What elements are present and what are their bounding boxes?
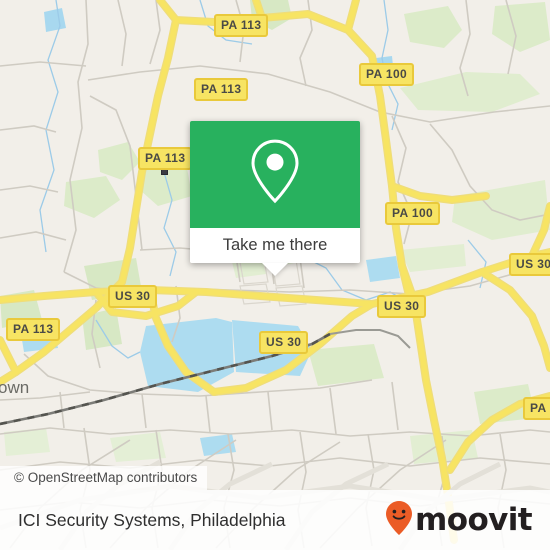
road-shield-us30-center[interactable]: US 30: [377, 295, 427, 318]
popup-image-area: [190, 121, 360, 228]
popup-tail: [262, 263, 288, 276]
osm-attribution[interactable]: © OpenStreetMap contributors: [0, 466, 208, 490]
road-shield-pa113-upper[interactable]: PA 113: [194, 78, 249, 101]
road-shield-pa113-southwest[interactable]: PA 113: [6, 318, 61, 341]
road-shield-us30-south[interactable]: US 30: [259, 331, 309, 354]
map-pin-icon: [248, 138, 302, 209]
road-shield-us30-west[interactable]: US 30: [108, 285, 158, 308]
moovit-map-screenshot: own PA 113 PA 113 PA 100 PA 113 PA 100 U…: [0, 0, 550, 550]
take-me-there-popup[interactable]: Take me there: [190, 121, 360, 276]
moovit-wordmark: moovit: [415, 501, 533, 538]
bottom-bar: ICI Security Systems, Philadelphia moovi…: [0, 490, 550, 550]
road-shield-pa113-north[interactable]: PA 113: [214, 14, 269, 37]
take-me-there-label: Take me there: [222, 236, 328, 254]
moovit-logo[interactable]: moovit: [384, 500, 533, 541]
road-shield-us30-east[interactable]: US 30: [509, 253, 550, 276]
road-shield-pa100-north[interactable]: PA 100: [359, 63, 415, 86]
moovit-pin-smiley-icon: [384, 500, 414, 541]
venue-title: ICI Security Systems, Philadelphia: [18, 509, 286, 530]
road-shield-pa113-mid[interactable]: PA 113: [138, 147, 193, 170]
place-label-town: own: [0, 378, 30, 397]
take-me-there-button[interactable]: Take me there: [190, 228, 360, 276]
road-shield-pa-southeast[interactable]: PA: [523, 397, 550, 420]
road-shield-pa100-mid[interactable]: PA 100: [385, 202, 441, 225]
